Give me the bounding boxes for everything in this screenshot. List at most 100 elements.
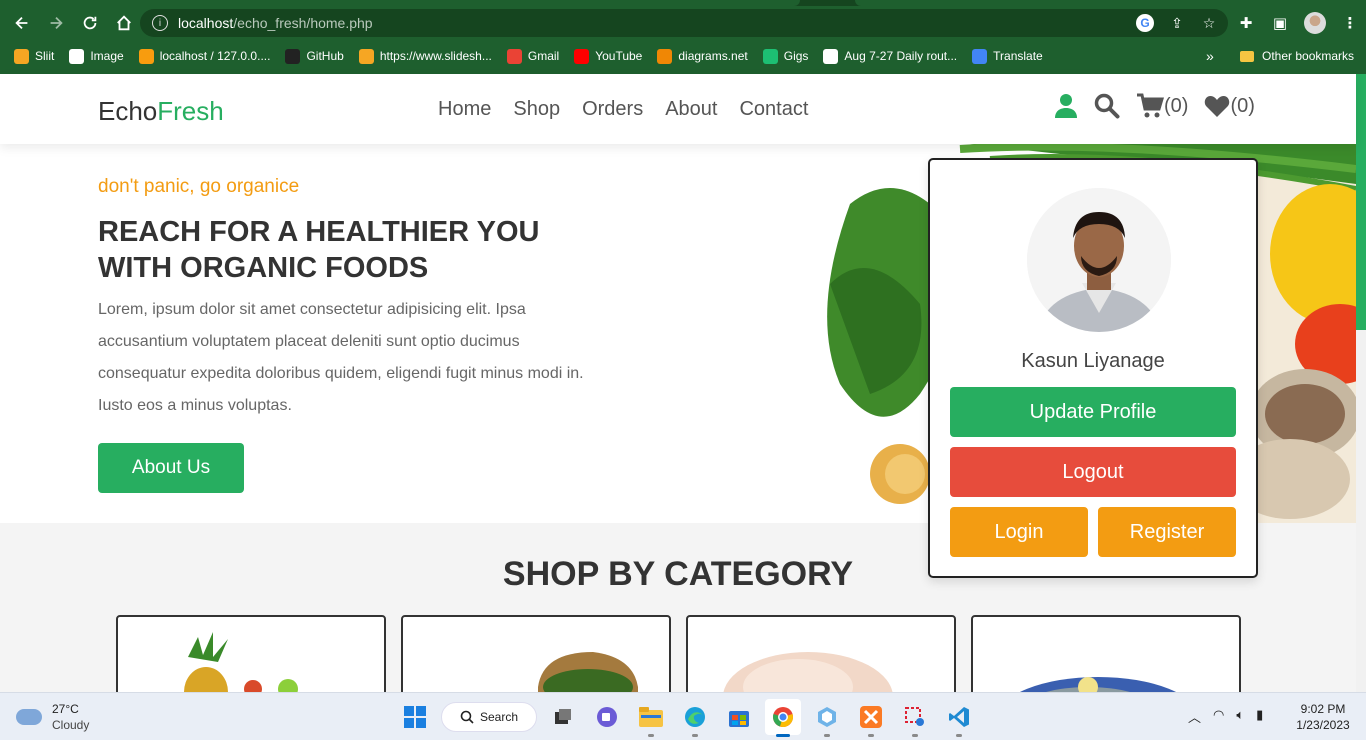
clock-date: 1/23/2023 bbox=[1296, 718, 1350, 732]
category-card-fruits[interactable] bbox=[116, 615, 386, 692]
google-icon bbox=[823, 48, 839, 64]
site-logo[interactable]: EchoFresh bbox=[98, 96, 224, 127]
logout-button[interactable]: Logout bbox=[950, 447, 1236, 497]
about-us-button[interactable]: About Us bbox=[98, 443, 244, 493]
battery-icon[interactable]: ▮ bbox=[1256, 707, 1263, 726]
vscode-icon[interactable] bbox=[941, 699, 977, 737]
bookmark-label: Translate bbox=[993, 49, 1043, 63]
translate-icon bbox=[972, 48, 988, 64]
logo-echo: Echo bbox=[98, 96, 158, 126]
register-button[interactable]: Register bbox=[1098, 507, 1236, 557]
url-host: localhost bbox=[178, 15, 234, 31]
nav-shop[interactable]: Shop bbox=[513, 98, 560, 121]
back-icon[interactable] bbox=[6, 7, 38, 39]
image-icon bbox=[69, 48, 85, 64]
meat-image bbox=[723, 652, 893, 692]
reload-icon[interactable] bbox=[74, 7, 106, 39]
slideshare-icon bbox=[358, 48, 374, 64]
more-bookmarks-button[interactable]: » bbox=[1206, 42, 1214, 70]
weather-temperature: 27°C bbox=[52, 702, 79, 716]
browser-profile-avatar[interactable] bbox=[1304, 12, 1326, 34]
bookmark-label: Image bbox=[90, 49, 124, 63]
share-icon[interactable]: ⇪ bbox=[1168, 14, 1186, 32]
bookmark-item[interactable]: diagrams.net bbox=[657, 48, 748, 64]
side-panel-icon[interactable]: ▣ bbox=[1270, 13, 1290, 33]
address-bar[interactable]: i localhost/echo_fresh/home.php G ⇪ ☆ bbox=[140, 9, 1228, 37]
logo-fresh: Fresh bbox=[157, 96, 224, 126]
hero-title: REACH FOR A HEALTHIER YOU WITH ORGANIC F… bbox=[98, 216, 540, 284]
volume-icon[interactable]: 🔈︎ bbox=[1236, 707, 1244, 726]
search-icon[interactable] bbox=[1094, 93, 1120, 119]
wifi-icon[interactable]: ◠ bbox=[1213, 707, 1224, 726]
update-profile-button[interactable]: Update Profile bbox=[950, 387, 1236, 437]
bookmark-item[interactable]: Gmail bbox=[506, 48, 559, 64]
meet-icon[interactable] bbox=[589, 699, 625, 735]
category-card-fish[interactable] bbox=[971, 615, 1241, 692]
store-icon[interactable] bbox=[721, 699, 757, 735]
browser-menu-icon[interactable]: ⋮ bbox=[1340, 13, 1360, 33]
bookmark-item[interactable]: localhost / 127.0.0.... bbox=[138, 48, 270, 64]
nav-about[interactable]: About bbox=[665, 98, 717, 121]
chevron-up-icon[interactable]: ︿ bbox=[1188, 707, 1201, 726]
bookmark-label: diagrams.net bbox=[678, 49, 748, 63]
bookmark-item[interactable]: Image bbox=[69, 48, 124, 64]
fish-image bbox=[1019, 677, 1177, 692]
login-button[interactable]: Login bbox=[950, 507, 1088, 557]
task-view-icon[interactable] bbox=[545, 699, 581, 735]
start-button[interactable] bbox=[397, 699, 433, 735]
taskbar-apps: Search bbox=[397, 699, 977, 737]
header-icons: (0) (0) bbox=[1054, 93, 1255, 119]
taskbar-clock[interactable]: 9:02 PM 1/23/2023 bbox=[1290, 701, 1356, 733]
extension-area: ✚ ▣ ⋮ bbox=[1236, 6, 1360, 40]
bookmark-item[interactable]: Gigs bbox=[762, 48, 808, 64]
category-card-meat[interactable] bbox=[686, 615, 956, 692]
bookmark-item[interactable]: https://www.slidesh... bbox=[358, 48, 492, 64]
bookmark-label: GitHub bbox=[306, 49, 344, 63]
other-bookmarks-folder[interactable]: Other bookmarks bbox=[1240, 42, 1354, 70]
taskbar-search-label: Search bbox=[479, 710, 519, 724]
windows-taskbar: 27°C Cloudy Search ︿ ◠ 🔈︎ ▮ 9:02 PM 1/23… bbox=[0, 692, 1366, 740]
bookmark-star-icon[interactable]: ☆ bbox=[1200, 14, 1218, 32]
site-info-icon[interactable]: i bbox=[152, 15, 168, 31]
xampp-icon[interactable] bbox=[853, 699, 889, 737]
weather-condition: Cloudy bbox=[52, 718, 90, 732]
bookmark-label: Sliit bbox=[35, 49, 55, 63]
gmail-icon bbox=[506, 48, 522, 64]
folder-icon bbox=[1240, 50, 1254, 62]
user-icon[interactable] bbox=[1054, 93, 1078, 119]
hero-tagline: don't panic, go organice bbox=[98, 176, 300, 197]
wishlist-count: (0) bbox=[1230, 94, 1255, 117]
bookmarks-bar: Sliit Image localhost / 127.0.0.... GitHub h… bbox=[0, 42, 1366, 70]
sliit-icon bbox=[14, 48, 29, 64]
bookmark-item[interactable]: Sliit bbox=[14, 48, 55, 64]
taskbar-search[interactable]: Search bbox=[441, 702, 537, 732]
fiverr-icon bbox=[762, 48, 778, 64]
category-card-herbs[interactable] bbox=[401, 615, 671, 692]
extensions-puzzle-icon[interactable]: ✚ bbox=[1236, 13, 1256, 33]
site-header: EchoFresh Home Shop Orders About Contact… bbox=[0, 74, 1356, 144]
bookmark-item[interactable]: Aug 7-27 Daily rout... bbox=[823, 48, 957, 64]
scrollbar-thumb[interactable] bbox=[1356, 74, 1366, 330]
wishlist-button[interactable]: (0) bbox=[1204, 94, 1255, 118]
url-path: /echo_fresh/home.php bbox=[233, 15, 373, 31]
phpmyadmin-icon bbox=[138, 48, 154, 64]
herbs-image bbox=[538, 652, 638, 692]
profile-dropdown: Kasun Liyanage Update Profile Logout Log… bbox=[928, 158, 1258, 578]
snipping-tool-icon[interactable] bbox=[897, 699, 933, 737]
nav-home[interactable]: Home bbox=[438, 98, 491, 121]
bookmark-item[interactable]: GitHub bbox=[285, 48, 344, 64]
google-lens-icon[interactable]: G bbox=[1136, 14, 1154, 32]
home-icon[interactable] bbox=[108, 7, 140, 39]
edge-icon[interactable] bbox=[677, 699, 713, 737]
nav-orders[interactable]: Orders bbox=[582, 98, 643, 121]
bookmark-item[interactable]: Translate bbox=[972, 48, 1043, 64]
nav-contact[interactable]: Contact bbox=[739, 98, 808, 121]
file-explorer-icon[interactable] bbox=[633, 699, 669, 737]
forward-icon[interactable] bbox=[40, 7, 72, 39]
other-bookmarks-label: Other bookmarks bbox=[1262, 49, 1355, 63]
weather-widget[interactable]: 27°C Cloudy bbox=[16, 701, 89, 733]
app-icon-hex[interactable] bbox=[809, 699, 845, 737]
bookmark-item[interactable]: YouTube bbox=[574, 48, 642, 64]
cart-button[interactable]: (0) bbox=[1136, 93, 1188, 119]
chrome-icon[interactable] bbox=[765, 699, 801, 737]
